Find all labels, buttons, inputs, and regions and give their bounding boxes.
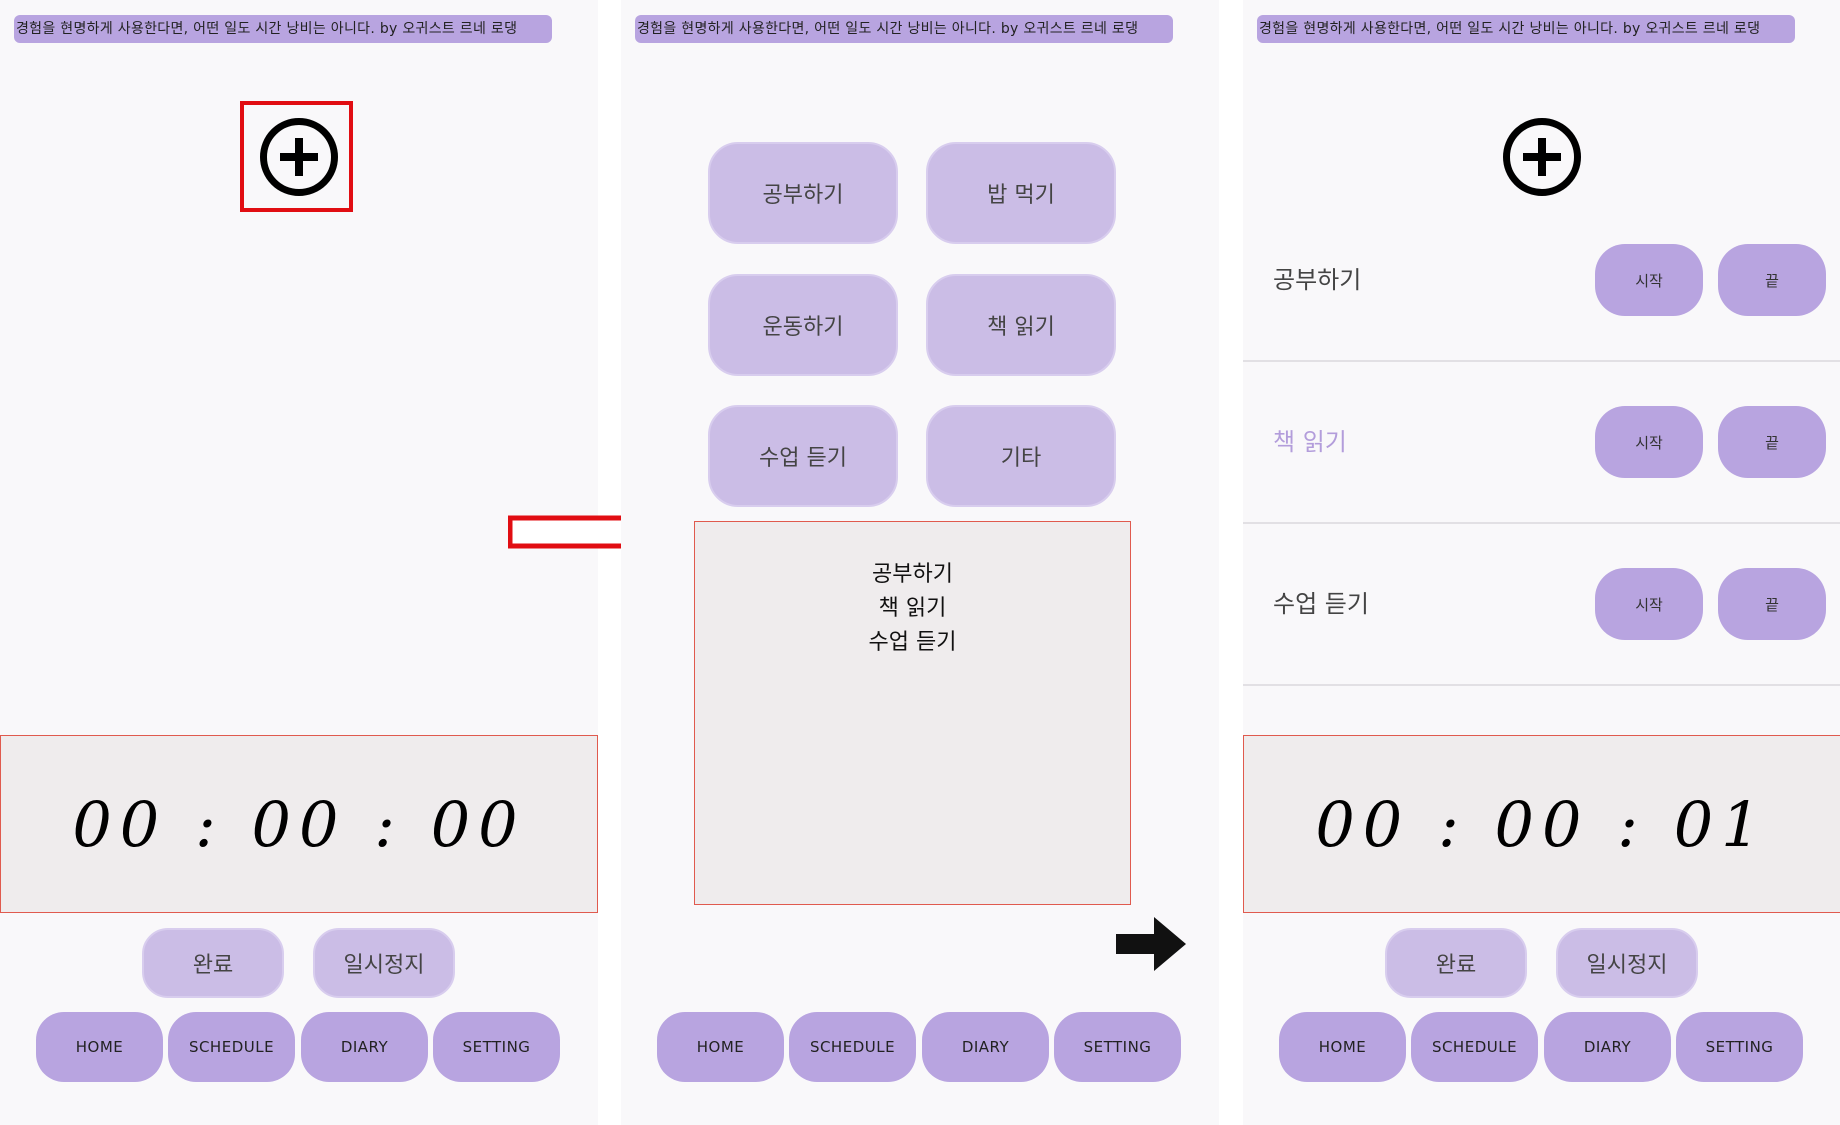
activity-button[interactable]: 수업 듣기 — [708, 405, 898, 507]
nav-schedule-button[interactable]: SCHEDULE — [789, 1012, 916, 1082]
quote-banner: 경험을 현명하게 사용한다면, 어떤 일도 시간 낭비는 아니다. by 오귀스… — [14, 15, 552, 43]
pause-button[interactable]: 일시정지 — [313, 928, 455, 998]
activity-button[interactable]: 운동하기 — [708, 274, 898, 376]
activity-row: 공부하기 시작 끝 — [1243, 200, 1840, 362]
next-arrow-icon[interactable] — [1116, 917, 1186, 971]
nav-home-button[interactable]: HOME — [1279, 1012, 1406, 1082]
add-button-highlight — [240, 101, 353, 212]
activity-row: 책 읽기 시작 끝 — [1243, 362, 1840, 524]
nav-diary-button[interactable]: DIARY — [301, 1012, 428, 1082]
selected-activity: 수업 듣기 — [868, 630, 957, 655]
nav-home-button[interactable]: HOME — [657, 1012, 784, 1082]
nav-schedule-button[interactable]: SCHEDULE — [1411, 1012, 1538, 1082]
nav-setting-button[interactable]: SETTING — [433, 1012, 560, 1082]
quote-banner: 경험을 현명하게 사용한다면, 어떤 일도 시간 낭비는 아니다. by 오귀스… — [635, 15, 1173, 43]
nav-setting-button[interactable]: SETTING — [1676, 1012, 1803, 1082]
timer-display: 00 : 00 : 00 — [0, 735, 598, 913]
activity-name: 공부하기 — [1273, 266, 1362, 294]
nav-diary-button[interactable]: DIARY — [922, 1012, 1049, 1082]
end-button[interactable]: 끝 — [1718, 244, 1826, 316]
nav-home-button[interactable]: HOME — [36, 1012, 163, 1082]
start-button[interactable]: 시작 — [1595, 244, 1703, 316]
activity-row: 수업 듣기 시작 끝 — [1243, 524, 1840, 686]
add-activity-icon[interactable] — [1503, 118, 1581, 196]
activity-name: 수업 듣기 — [1273, 590, 1369, 618]
timer-display: 00 : 00 : 01 — [1243, 735, 1840, 913]
selected-activity: 책 읽기 — [878, 596, 947, 621]
nav-setting-button[interactable]: SETTING — [1054, 1012, 1181, 1082]
start-button[interactable]: 시작 — [1595, 568, 1703, 640]
done-button[interactable]: 완료 — [1385, 928, 1527, 998]
nav-schedule-button[interactable]: SCHEDULE — [168, 1012, 295, 1082]
activity-tracking-screen: 경험을 현명하게 사용한다면, 어떤 일도 시간 낭비는 아니다. by 오귀스… — [1243, 0, 1840, 1125]
nav-diary-button[interactable]: DIARY — [1544, 1012, 1671, 1082]
activity-name: 책 읽기 — [1273, 428, 1347, 456]
done-button[interactable]: 완료 — [142, 928, 284, 998]
pause-button[interactable]: 일시정지 — [1556, 928, 1698, 998]
activity-button[interactable]: 기타 — [926, 405, 1116, 507]
activity-button[interactable]: 책 읽기 — [926, 274, 1116, 376]
selected-activity: 공부하기 — [872, 562, 953, 587]
activity-button[interactable]: 밥 먹기 — [926, 142, 1116, 244]
activity-button[interactable]: 공부하기 — [708, 142, 898, 244]
activity-select-screen: 경험을 현명하게 사용한다면, 어떤 일도 시간 낭비는 아니다. by 오귀스… — [621, 0, 1219, 1125]
selected-activities-box: 공부하기 책 읽기 수업 듣기 — [694, 521, 1131, 905]
end-button[interactable]: 끝 — [1718, 406, 1826, 478]
quote-banner: 경험을 현명하게 사용한다면, 어떤 일도 시간 낭비는 아니다. by 오귀스… — [1257, 15, 1795, 43]
end-button[interactable]: 끝 — [1718, 568, 1826, 640]
start-button[interactable]: 시작 — [1595, 406, 1703, 478]
